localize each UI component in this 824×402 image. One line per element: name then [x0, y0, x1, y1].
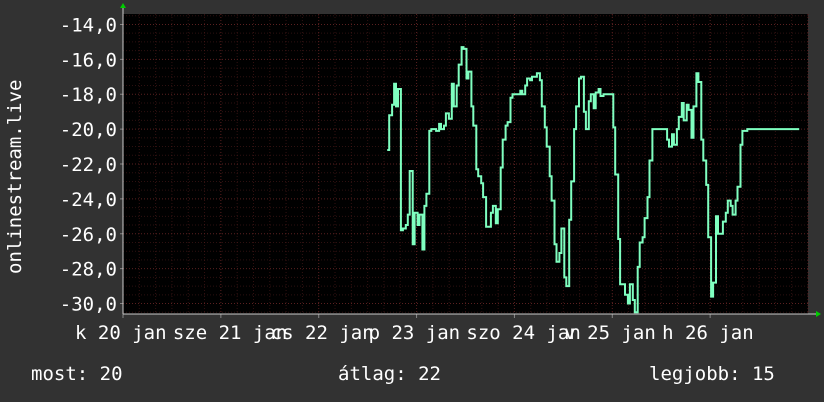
- y-axis-label-wrapper: onlinestream.live: [0, 0, 26, 324]
- x-tick-label: cs 22 jan: [271, 322, 374, 344]
- y-tick-label: -30,0: [60, 294, 117, 316]
- y-tick-label: -28,0: [60, 259, 117, 281]
- x-tick-label: k 20 jan: [75, 322, 167, 344]
- x-tick-label: p 23 jan: [369, 322, 461, 344]
- y-tick-label: -22,0: [60, 154, 117, 176]
- average-value: átlag: 22: [338, 363, 441, 385]
- y-tick-label: -16,0: [60, 49, 117, 71]
- chart: -14,0 -16,0 -18,0 -20,0 -22,0 -24,0 -26,0 -28,0…: [60, 3, 821, 344]
- y-axis-label: onlinestream.live: [4, 80, 26, 274]
- x-tick-label: h 26 jan: [662, 322, 754, 344]
- y-tick-label: -24,0: [60, 189, 117, 211]
- y-tick-label: -20,0: [60, 119, 117, 141]
- current-value: most: 20: [31, 363, 123, 385]
- y-tick-label: -14,0: [60, 14, 117, 36]
- x-axis-arrow: [816, 311, 821, 317]
- x-tick-label: v 25 jan: [564, 322, 656, 344]
- y-tick-label: -18,0: [60, 84, 117, 106]
- best-value: legjobb: 15: [649, 363, 775, 385]
- y-tick-label: -26,0: [60, 224, 117, 246]
- y-axis-arrow: [120, 3, 126, 8]
